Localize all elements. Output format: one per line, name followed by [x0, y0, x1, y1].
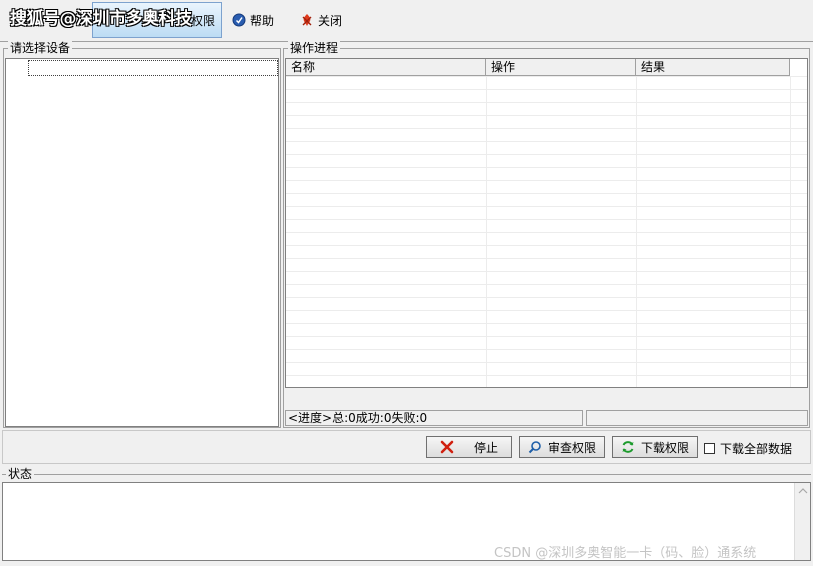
column-header-operation[interactable]: 操作: [486, 59, 636, 75]
toolbar-help-button[interactable]: 帮助: [226, 2, 280, 38]
progress-listview[interactable]: 名称 操作 结果: [285, 58, 808, 388]
column-header-result[interactable]: 结果: [636, 59, 790, 75]
progress-status-extra: [586, 410, 808, 426]
listview-header: 名称 操作 结果: [286, 59, 790, 76]
device-tree[interactable]: [5, 58, 279, 427]
listview-rows: [286, 76, 807, 387]
column-header-name[interactable]: 名称: [286, 59, 486, 75]
progress-status-text: <进度>总:0成功:0失败:0: [285, 410, 583, 426]
progress-title: 操作进程: [288, 41, 341, 55]
audit-icon: [528, 441, 541, 454]
status-scrollbar[interactable]: [794, 483, 810, 560]
column-divider: [636, 76, 637, 387]
device-select-group: 请选择设备: [3, 41, 281, 428]
stop-button[interactable]: 停止: [426, 436, 512, 458]
status-title: 状态: [6, 467, 35, 481]
help-label: 帮助: [250, 13, 275, 28]
progress-group: 操作进程 名称 操作 结果 <进度>总:0成功:0失败:0: [283, 41, 810, 428]
audit-label: 审查权限: [547, 440, 596, 455]
download-all-checkbox[interactable]: 下载全部数据: [704, 440, 792, 457]
csdn-watermark: CSDN @深圳多奥智能一卡（码、脸）通系统: [494, 546, 757, 561]
toolbar-partial-label: 权限: [190, 13, 215, 28]
action-bar: 停止 审查权限 下载权限 下载全部数据: [2, 430, 811, 464]
checkbox-box[interactable]: [704, 443, 715, 454]
column-divider: [790, 76, 791, 387]
sohu-watermark: 搜狐号@深圳市多奥科技: [10, 9, 192, 29]
column-divider: [486, 76, 487, 387]
audit-permission-button[interactable]: 审查权限: [519, 436, 605, 458]
stop-x-icon: [440, 440, 454, 454]
stop-label: 停止: [473, 440, 498, 455]
close-icon: [302, 14, 312, 26]
download-all-label: 下载全部数据: [720, 442, 793, 456]
download-label: 下载权限: [640, 440, 689, 455]
close-label: 关闭: [318, 13, 343, 28]
download-permission-button[interactable]: 下载权限: [612, 436, 698, 458]
device-select-title: 请选择设备: [8, 41, 73, 55]
toolbar: 权限 搜狐号@深圳市多奥科技 帮助 关闭: [0, 0, 813, 42]
refresh-icon: [622, 441, 634, 453]
help-icon: [232, 13, 246, 27]
scroll-up-arrow-icon[interactable]: [795, 485, 811, 497]
toolbar-close-button[interactable]: 关闭: [294, 2, 348, 38]
device-tree-selected-item[interactable]: [28, 60, 278, 76]
